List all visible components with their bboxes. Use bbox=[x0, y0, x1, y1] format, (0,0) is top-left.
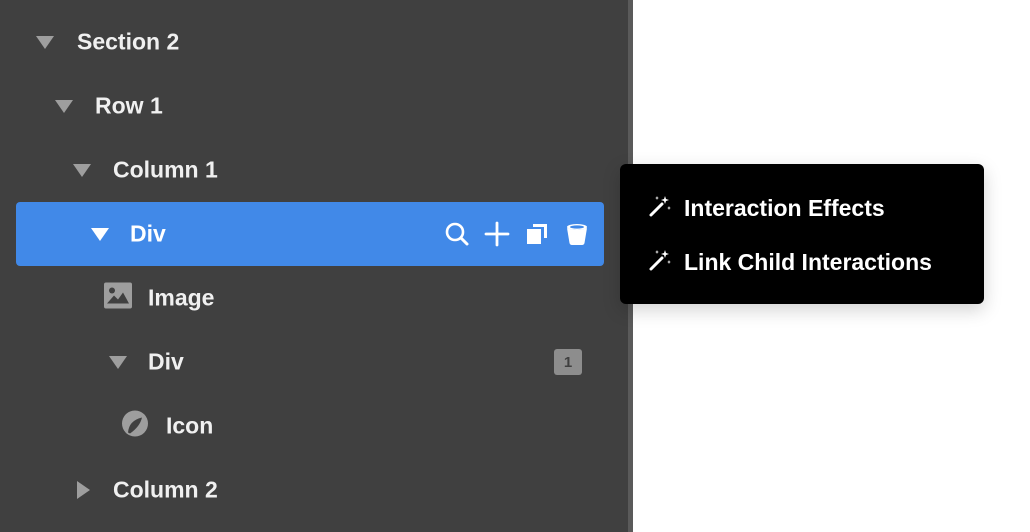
nav-item-label: Image bbox=[148, 284, 215, 311]
nav-item-icon[interactable]: Icon bbox=[16, 394, 604, 458]
menu-item-label: Link Child Interactions bbox=[684, 248, 932, 275]
nav-item-section-2[interactable]: Section 2 bbox=[16, 10, 604, 74]
navigator-panel: Section 2 Row 1 Column 1 Div Image Div 1… bbox=[0, 0, 628, 532]
nav-item-label: Column 2 bbox=[113, 476, 218, 503]
collapse-triangle-icon[interactable] bbox=[109, 356, 127, 369]
nav-item-image[interactable]: Image bbox=[16, 266, 604, 330]
menu-item-label: Interaction Effects bbox=[684, 194, 885, 221]
collapse-triangle-icon[interactable] bbox=[73, 164, 91, 177]
menu-item-link-child-interactions[interactable]: Link Child Interactions bbox=[648, 242, 932, 282]
icon-element-icon bbox=[120, 409, 150, 444]
selected-item-actions bbox=[442, 202, 592, 266]
nav-item-row-1[interactable]: Row 1 bbox=[16, 74, 604, 138]
collapse-triangle-icon[interactable] bbox=[36, 36, 54, 49]
duplicate-icon[interactable] bbox=[522, 219, 552, 249]
nav-item-label: Div bbox=[148, 348, 184, 375]
nav-item-column-1[interactable]: Column 1 bbox=[16, 138, 604, 202]
interaction-count-badge: 1 bbox=[554, 349, 582, 375]
collapse-triangle-icon[interactable] bbox=[55, 100, 73, 113]
nav-item-label: Column 1 bbox=[113, 156, 218, 183]
nav-item-label: Section 2 bbox=[77, 28, 180, 55]
nav-item-label: Div bbox=[130, 220, 166, 247]
menu-item-interaction-effects[interactable]: Interaction Effects bbox=[648, 188, 885, 228]
nav-item-label: Icon bbox=[166, 412, 214, 439]
search-icon[interactable] bbox=[442, 219, 472, 249]
expand-triangle-icon[interactable] bbox=[77, 481, 90, 499]
context-menu: Interaction Effects Link Child Interacti… bbox=[620, 164, 984, 304]
delete-icon[interactable] bbox=[562, 219, 592, 249]
nav-item-column-2[interactable]: Column 2 bbox=[16, 458, 604, 522]
nav-item-label: Row 1 bbox=[95, 92, 163, 119]
add-icon[interactable] bbox=[482, 219, 512, 249]
nav-item-div-selected[interactable]: Div bbox=[16, 202, 604, 266]
magic-wand-icon bbox=[648, 248, 672, 277]
nav-item-div[interactable]: Div 1 bbox=[16, 330, 604, 394]
image-icon bbox=[104, 282, 132, 314]
magic-wand-icon bbox=[648, 194, 672, 223]
collapse-triangle-icon[interactable] bbox=[91, 228, 109, 241]
